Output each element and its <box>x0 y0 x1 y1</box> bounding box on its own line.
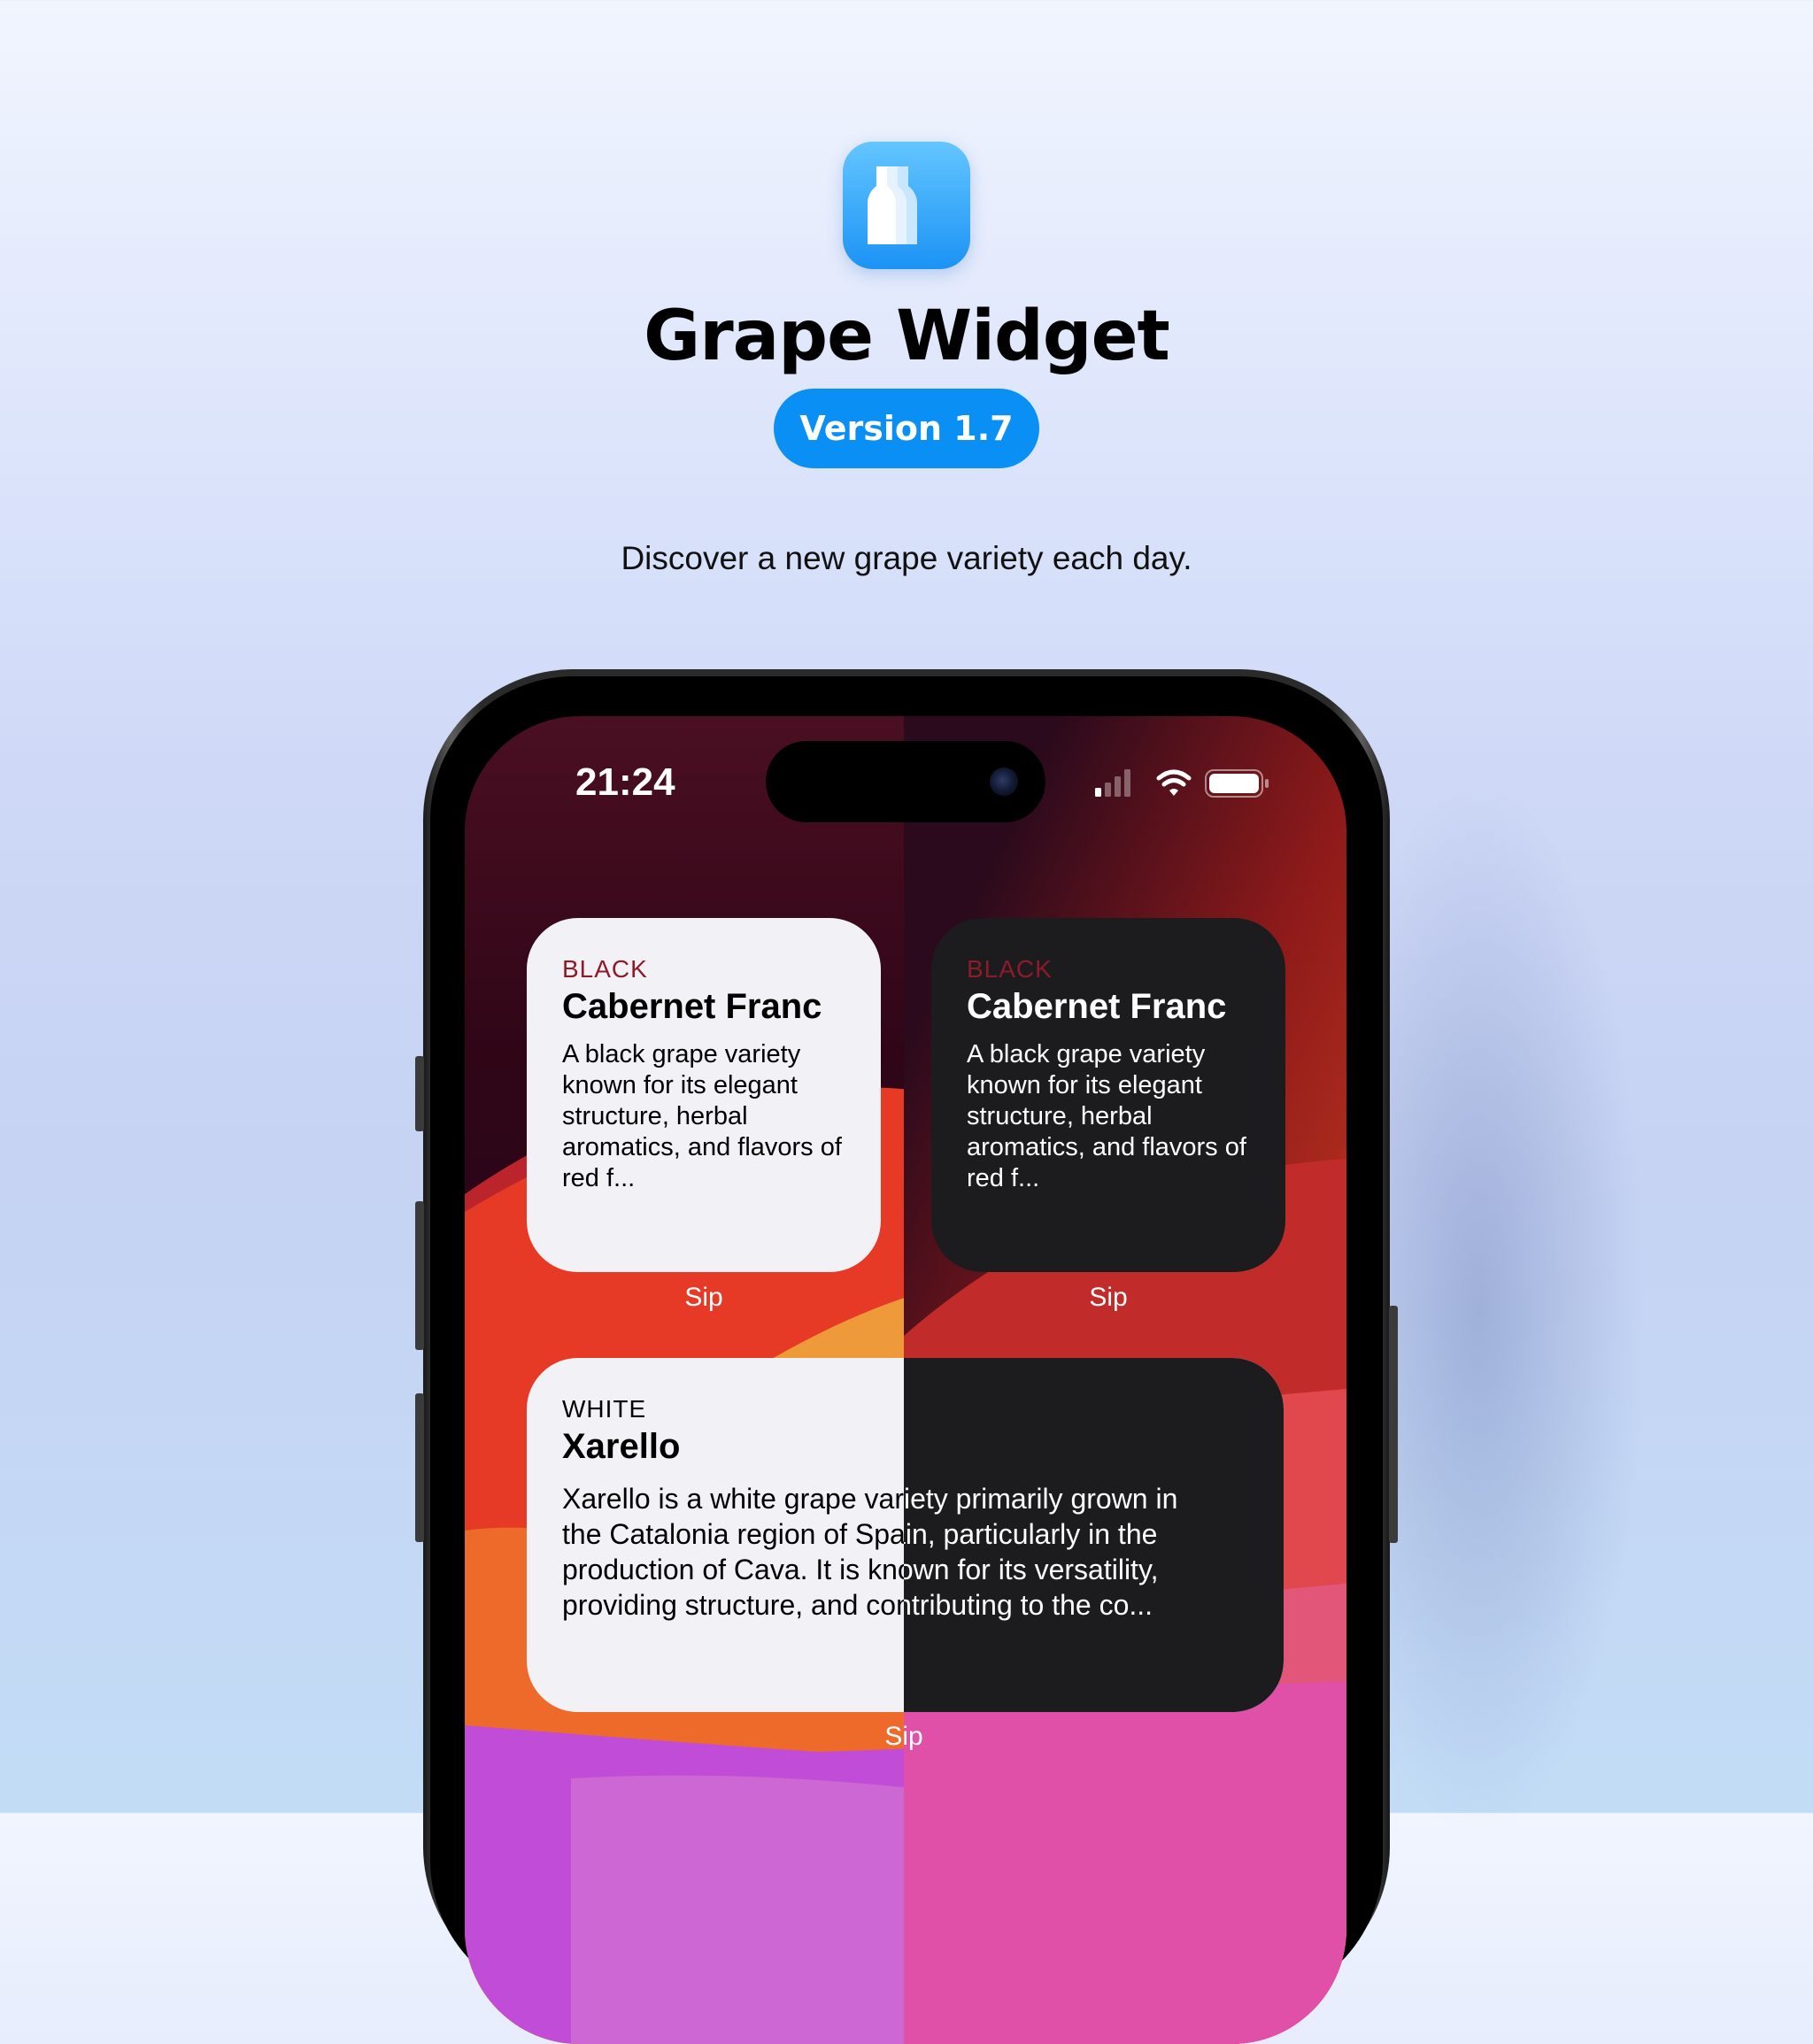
widget-description: Xarello is a white grape variety primari… <box>904 1481 1266 1623</box>
widget-large[interactable]: WHITE Xarello Xarello is a white grape v… <box>527 1358 1284 1712</box>
widget-grape-name: Cabernet Franc <box>562 987 822 1026</box>
description-line: providing structure, and contributing to… <box>562 1589 904 1621</box>
version-badge: Version 1.7 <box>774 389 1039 468</box>
widget-light-content: WHITE Xarello Xarello is a white grape v… <box>527 1358 904 1712</box>
description-line: Xarello is a white grape variety primari… <box>904 1483 1178 1515</box>
app-icon <box>843 142 970 269</box>
widget-grape-name: Cabernet Franc <box>967 987 1227 1026</box>
side-button <box>1389 1306 1398 1543</box>
tagline: Discover a new grape variety each day. <box>621 540 1192 576</box>
widget-small-light[interactable]: BLACK Cabernet Franc A black grape varie… <box>527 918 881 1272</box>
description-line: Xarello is a white grape variety primari… <box>562 1483 904 1515</box>
widget-category: WHITE <box>562 1395 647 1423</box>
cellular-signal-icon <box>1095 769 1130 797</box>
volume-up-button <box>415 1201 424 1350</box>
app-title: Grape Widget <box>644 297 1170 376</box>
widget-app-label: Sip <box>1089 1283 1128 1312</box>
description-line: the Catalonia region of Spain, particula… <box>904 1518 1158 1550</box>
widget-category: BLACK <box>967 955 1053 983</box>
wine-bottles-icon <box>868 166 917 244</box>
widget-small-dark[interactable]: BLACK Cabernet Franc A black grape varie… <box>931 918 1285 1272</box>
description-line: the Catalonia region of Spain, particula… <box>562 1518 904 1550</box>
widget-app-label: Sip <box>684 1283 723 1312</box>
dynamic-island <box>766 741 1045 822</box>
description-line: providing structure, and contributing to… <box>904 1589 1153 1621</box>
status-time: 21:24 <box>575 760 675 804</box>
wifi-icon <box>1156 769 1192 796</box>
widget-description: Xarello is a white grape variety primari… <box>562 1481 904 1623</box>
widget-category: WHITE <box>904 1395 1266 1423</box>
widget-grape-name: Xarello <box>562 1427 681 1466</box>
widget-grape-name: Xarello <box>904 1427 1266 1467</box>
description-line: production of Cava. It is known for its … <box>562 1554 904 1585</box>
phone-screen: 21:24 BLACK Cabernet Franc A black grape… <box>465 716 1346 2044</box>
front-camera <box>990 767 1018 796</box>
widget-description: A black grape variety known for its eleg… <box>967 1040 1246 1192</box>
volume-down-button <box>415 1393 424 1542</box>
widget-app-label: Sip <box>884 1722 923 1751</box>
widget-dark-content: WHITE Xarello Xarello is a white grape v… <box>904 1358 1284 1712</box>
action-button <box>415 1056 424 1131</box>
status-icons <box>1095 769 1269 798</box>
battery-icon <box>1205 769 1269 798</box>
widget-description: A black grape variety known for its eleg… <box>562 1040 842 1192</box>
widget-category: BLACK <box>562 955 648 983</box>
description-line: production of Cava. It is known for its … <box>904 1554 1159 1585</box>
